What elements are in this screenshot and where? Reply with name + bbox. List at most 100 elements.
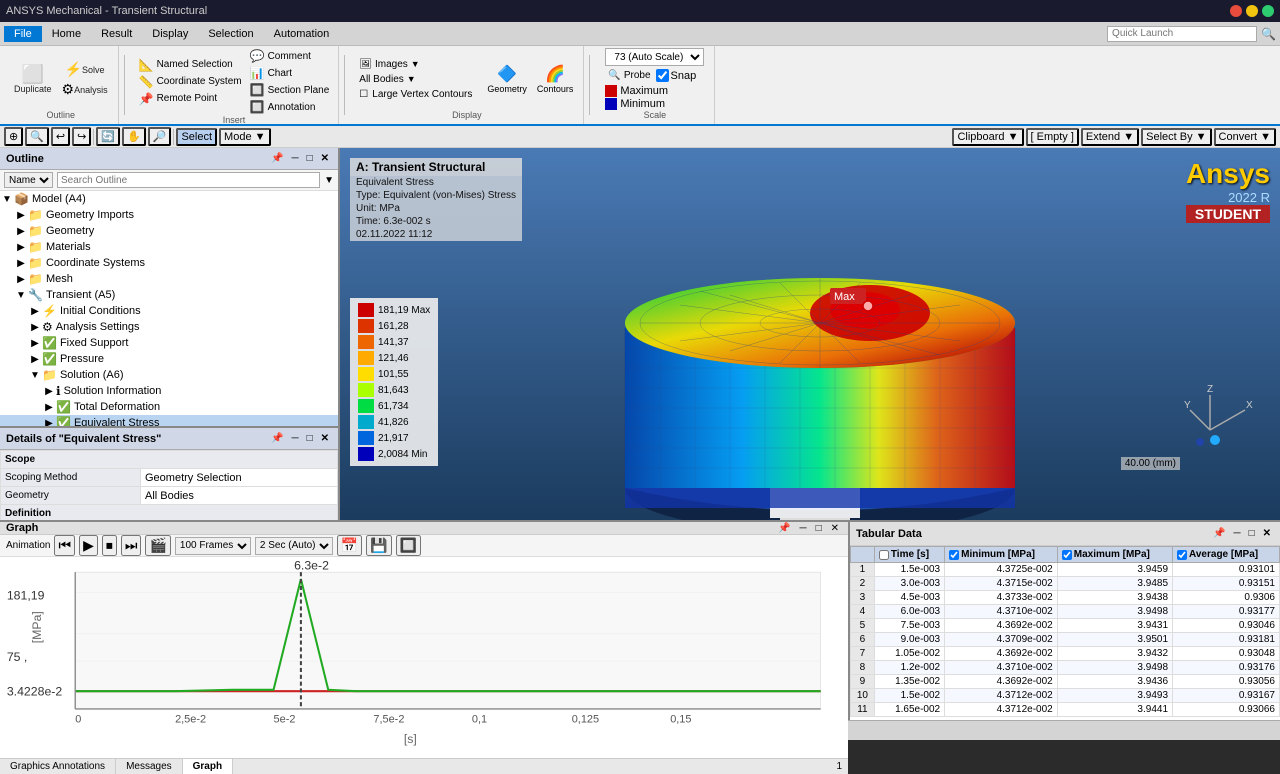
named-selection-btn[interactable]: 📐 Named Selection	[136, 57, 245, 73]
details-pin-btn[interactable]: 📌	[268, 433, 286, 444]
scale-dropdown[interactable]: 73 (Auto Scale)	[605, 48, 704, 66]
outline-min-btn[interactable]: ─	[288, 153, 301, 164]
pan-btn[interactable]: ✋	[122, 127, 146, 146]
anim-prev-btn[interactable]: ⏮	[54, 535, 75, 556]
tree-toggle[interactable]: ▶	[28, 322, 42, 333]
clipboard-btn[interactable]: Clipboard ▼	[952, 128, 1023, 146]
tree-item-analysis-settings[interactable]: ▶⚙Analysis Settings	[0, 319, 338, 335]
tree-item-pressure[interactable]: ▶✅Pressure	[0, 351, 338, 367]
ribbon-duplicate-btn[interactable]: ⬜ Duplicate	[10, 63, 56, 96]
geometry-btn[interactable]: 🔷 Geometry	[483, 62, 531, 96]
extend-btn[interactable]: Extend ▼	[1081, 128, 1139, 146]
fit-btn[interactable]: ⊕	[4, 127, 23, 146]
details-close-btn[interactable]: ✕	[318, 433, 332, 444]
anim-export-btn[interactable]: 💾	[366, 535, 391, 556]
coordinate-system-btn[interactable]: 📏 Coordinate System	[136, 74, 245, 90]
time-checkbox[interactable]	[879, 550, 889, 560]
tree-toggle[interactable]: ▶	[42, 418, 56, 427]
redo-btn[interactable]: ↪	[72, 127, 91, 146]
snap-checkbox[interactable]	[656, 69, 669, 82]
tabular-pin-btn[interactable]: 📌	[1210, 528, 1228, 539]
outline-name-select[interactable]: Name	[4, 172, 53, 188]
tree-item-equivalent-stress[interactable]: ▶✅Equivalent Stress	[0, 415, 338, 426]
all-bodies-btn[interactable]: All Bodies ▼	[356, 73, 475, 86]
details-row-value[interactable]: All Bodies	[141, 487, 338, 505]
max-checkbox[interactable]	[1062, 550, 1072, 560]
graph-pin-btn[interactable]: 📌	[775, 523, 793, 534]
maximize-btn[interactable]	[1262, 5, 1274, 17]
ribbon-solve-btn[interactable]: ⚡ Solve	[58, 60, 112, 78]
anim-next-btn[interactable]: ⏭	[121, 535, 142, 556]
graph-close-btn[interactable]: ✕	[828, 523, 842, 534]
probe-btn[interactable]: 🔍 Probe	[605, 69, 653, 82]
minimize-btn[interactable]	[1246, 5, 1258, 17]
tree-item-materials[interactable]: ▶📁Materials	[0, 239, 338, 255]
tab-graph[interactable]: Graph	[183, 759, 233, 774]
anim-zoom-btn[interactable]: 🔲	[396, 535, 421, 556]
close-btn[interactable]	[1230, 5, 1242, 17]
menu-automation[interactable]: Automation	[264, 26, 340, 42]
ribbon-analysis-btn[interactable]: ⚙ Analysis	[58, 80, 112, 98]
comment-btn[interactable]: 💬 Comment	[247, 48, 333, 64]
avg-checkbox[interactable]	[1177, 550, 1187, 560]
graph-max-btn[interactable]: □	[813, 523, 825, 534]
tree-item-coordinate-systems[interactable]: ▶📁Coordinate Systems	[0, 255, 338, 271]
annotation-btn[interactable]: 🔲 Annotation	[247, 99, 333, 115]
tree-item-geometry-imports[interactable]: ▶📁Geometry Imports	[0, 207, 338, 223]
zoom3d-btn[interactable]: 🔎	[148, 127, 172, 146]
tree-toggle[interactable]: ▶	[42, 402, 56, 413]
anim-record-btn[interactable]: 🎬	[145, 535, 170, 556]
viewport[interactable]: Max A: Transient Structural Equivalent S…	[340, 148, 1280, 520]
select-btn[interactable]: Select	[176, 128, 217, 146]
outline-close-btn[interactable]: ✕	[318, 153, 332, 164]
tree-toggle[interactable]: ▶	[14, 226, 28, 237]
select-by-btn[interactable]: Select By ▼	[1141, 128, 1211, 146]
tree-item-total-deformation[interactable]: ▶✅Total Deformation	[0, 399, 338, 415]
convert-btn[interactable]: Convert ▼	[1214, 128, 1276, 146]
tab-graphics-annotations[interactable]: Graphics Annotations	[0, 759, 116, 774]
undo-btn[interactable]: ↩	[51, 127, 70, 146]
tree-toggle[interactable]: ▼	[28, 370, 42, 381]
tree-toggle[interactable]: ▶	[14, 210, 28, 221]
menu-result[interactable]: Result	[91, 26, 142, 42]
remote-point-btn[interactable]: 📌 Remote Point	[136, 91, 245, 107]
tree-toggle[interactable]: ▶	[28, 338, 42, 349]
anim-play-btn[interactable]: ▶	[79, 535, 98, 556]
tree-toggle[interactable]: ▶	[28, 306, 42, 317]
outline-search-arrow[interactable]: ▼	[324, 175, 334, 186]
tree-toggle[interactable]: ▼	[14, 290, 28, 301]
tree-toggle[interactable]: ▶	[14, 274, 28, 285]
tab-messages[interactable]: Messages	[116, 759, 183, 774]
tree-item-fixed-support[interactable]: ▶✅Fixed Support	[0, 335, 338, 351]
zoom-btn[interactable]: 🔍	[25, 127, 49, 146]
anim-stop-btn[interactable]: ⏹	[102, 535, 117, 556]
tree-item-model-(a4)[interactable]: ▼📦Model (A4)	[0, 191, 338, 207]
tree-item-initial-conditions[interactable]: ▶⚡Initial Conditions	[0, 303, 338, 319]
min-checkbox[interactable]	[949, 550, 959, 560]
empty-btn[interactable]: [ Empty ]	[1026, 128, 1079, 146]
details-row-value[interactable]: Geometry Selection	[141, 469, 338, 487]
menu-display[interactable]: Display	[142, 26, 198, 42]
tree-toggle[interactable]: ▶	[28, 354, 42, 365]
details-min-btn[interactable]: ─	[288, 433, 301, 444]
tree-item-geometry[interactable]: ▶📁Geometry	[0, 223, 338, 239]
tree-item-transient-(a5)[interactable]: ▼🔧Transient (A5)	[0, 287, 338, 303]
graph-min-btn[interactable]: ─	[796, 523, 809, 534]
large-vertex-btn[interactable]: ☐ Large Vertex Contours	[356, 88, 475, 101]
tree-toggle[interactable]: ▶	[14, 242, 28, 253]
tree-item-solution-(a6)[interactable]: ▼📁Solution (A6)	[0, 367, 338, 383]
chart-btn[interactable]: 📊 Chart	[247, 65, 333, 81]
tree-toggle[interactable]: ▶	[42, 386, 56, 397]
quick-launch-input[interactable]	[1107, 26, 1257, 42]
tree-toggle[interactable]: ▼	[0, 194, 14, 205]
outline-pin-btn[interactable]: 📌	[268, 153, 286, 164]
menu-file[interactable]: File	[4, 26, 42, 42]
contours-btn[interactable]: 🌈 Contours	[533, 62, 578, 96]
anim-calendar-btn[interactable]: 📅	[337, 535, 362, 556]
anim-speed-select[interactable]: 2 Sec (Auto)	[255, 537, 333, 555]
tabular-max-btn[interactable]: □	[1246, 528, 1258, 539]
menu-selection[interactable]: Selection	[198, 26, 263, 42]
tree-item-solution-information[interactable]: ▶ℹSolution Information	[0, 383, 338, 399]
tabular-close-btn[interactable]: ✕	[1260, 528, 1274, 539]
section-plane-btn[interactable]: 🔲 Section Plane	[247, 82, 333, 98]
